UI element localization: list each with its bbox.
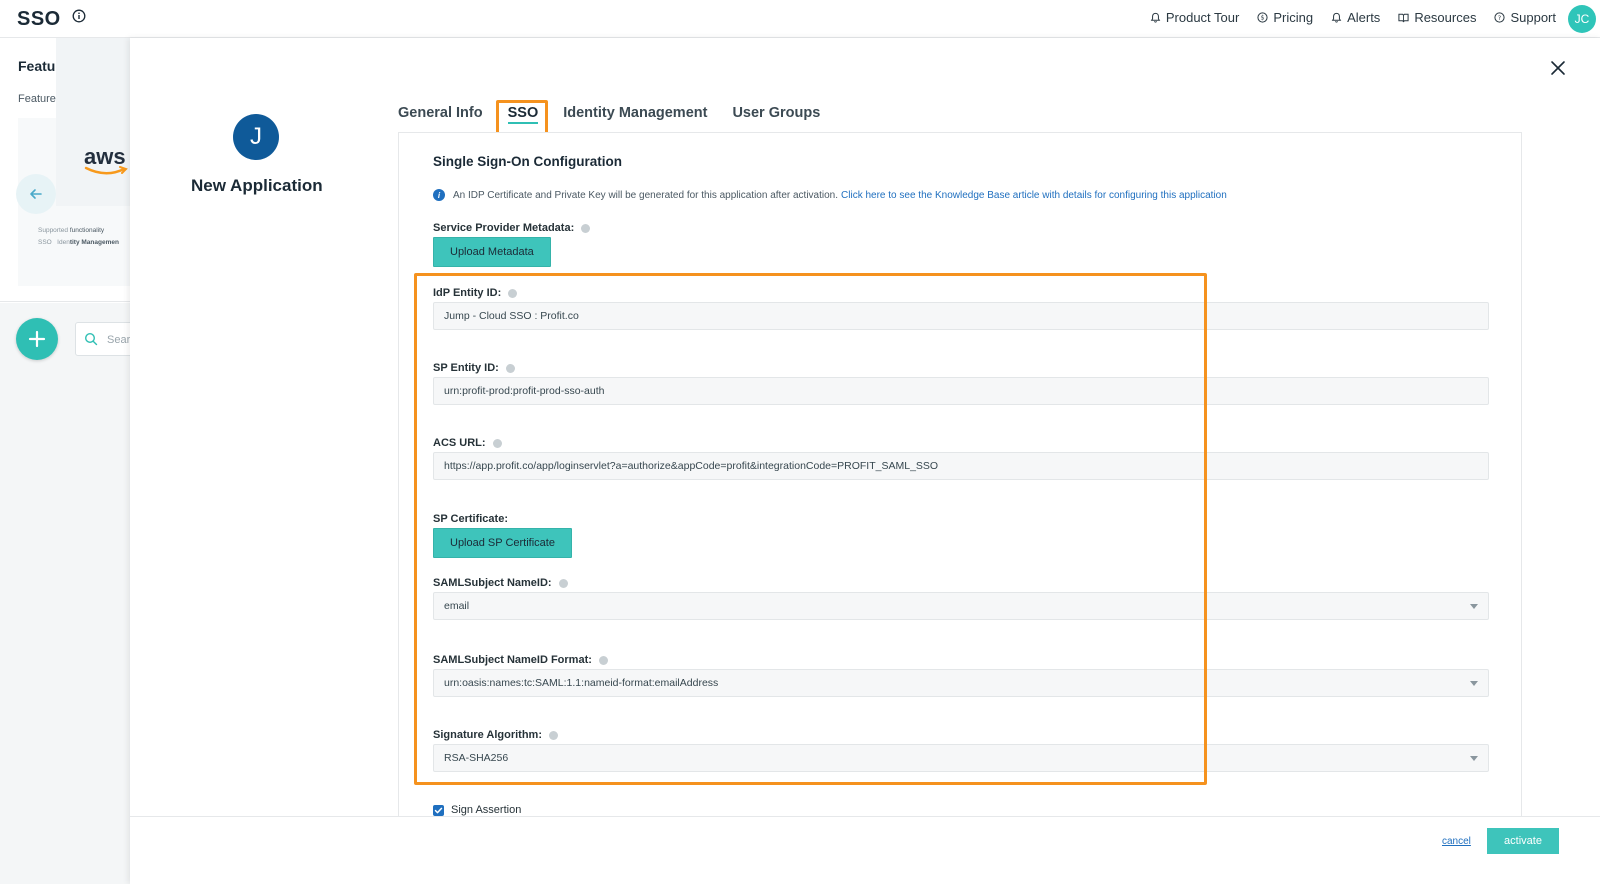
add-application-button[interactable] <box>16 318 58 360</box>
label-text: Signature Algorithm: <box>433 729 542 741</box>
nav-label: Product Tour <box>1165 10 1240 25</box>
tab-identity-management[interactable]: Identity Management <box>563 104 707 127</box>
background-list-area <box>0 303 140 884</box>
aws-smile-icon <box>84 166 128 175</box>
svg-text:$: $ <box>1261 15 1265 22</box>
search-placeholder: Sear <box>107 334 131 346</box>
top-bar: SSO Product Tour $ Pricing Alerts Resour… <box>0 0 1600 38</box>
tab-sso[interactable]: SSO <box>507 104 538 127</box>
plus-icon <box>28 330 46 348</box>
carousel-back-button[interactable] <box>16 174 56 214</box>
nav-pricing[interactable]: $ Pricing <box>1257 10 1313 25</box>
upload-metadata-button[interactable]: Upload Metadata <box>433 237 551 267</box>
tag-sso: SSO <box>38 239 52 246</box>
nav-label: Resources <box>1414 10 1477 25</box>
search-icon <box>84 332 98 346</box>
cancel-link[interactable]: cancel <box>1442 836 1471 847</box>
signature-algorithm-label: Signature Algorithm: <box>433 729 558 741</box>
help-icon[interactable] <box>548 730 558 740</box>
nav-alerts[interactable]: Alerts <box>1331 10 1380 25</box>
sign-assertion-option: Sign Assertion <box>433 804 521 816</box>
acs-url-field[interactable]: https://app.profit.co/app/loginservlet?a… <box>433 452 1489 480</box>
tab-general-info[interactable]: General Info <box>398 104 483 127</box>
notice-text: An IDP Certificate and Private Key will … <box>453 189 839 201</box>
application-name: New Application <box>191 176 323 195</box>
nav-support[interactable]: ? Support <box>1494 10 1556 25</box>
nav-product-tour[interactable]: Product Tour <box>1150 10 1239 25</box>
info-circle-icon: i <box>433 189 445 201</box>
featured-applications-card: Featured Applica Featured applications a… <box>0 38 140 302</box>
sign-assertion-checkbox[interactable] <box>433 804 444 816</box>
nav-label: Pricing <box>1273 10 1314 25</box>
help-circle-icon: ? <box>1494 12 1506 23</box>
help-icon[interactable] <box>492 438 502 448</box>
functionality-tags: SSO Identity Managemen <box>38 239 119 246</box>
info-icon[interactable] <box>72 9 86 23</box>
supported-prefix: Supported <box>38 227 68 234</box>
supported-label: functionality <box>69 227 105 234</box>
label-text: SAMLSubject NameID: <box>433 577 552 589</box>
book-icon <box>1398 13 1409 23</box>
signature-algorithm-select[interactable]: RSA-SHA256 <box>433 744 1489 772</box>
caret-down-icon <box>1470 604 1478 609</box>
select-value: email <box>444 600 470 612</box>
nav-label: Alerts <box>1347 10 1381 25</box>
help-icon[interactable] <box>508 288 518 298</box>
nameid-label: SAMLSubject NameID: <box>433 577 568 589</box>
alert-bell-icon <box>1331 12 1342 23</box>
top-nav: Product Tour $ Pricing Alerts Resources … <box>1150 10 1556 25</box>
arrow-left-icon <box>30 189 42 199</box>
sp-certificate-label: SP Certificate: <box>433 513 508 525</box>
sso-configuration-card: Single Sign-On Configuration i An IDP Ce… <box>398 132 1522 822</box>
sp-entity-id-field[interactable]: urn:profit-prod:profit-prod-sso-auth <box>433 377 1489 405</box>
check-icon <box>434 807 443 813</box>
caret-down-icon <box>1470 681 1478 686</box>
activate-button[interactable]: activate <box>1487 828 1559 854</box>
select-value: RSA-SHA256 <box>444 752 509 764</box>
sp-entity-id-label: SP Entity ID: <box>433 362 515 374</box>
label-text: ACS URL: <box>433 437 486 449</box>
nameid-format-select[interactable]: urn:oasis:names:tc:SAML:1.1:nameid-forma… <box>433 669 1489 697</box>
label-text: SP Certificate: <box>433 513 508 525</box>
section-title: Single Sign-On Configuration <box>433 154 622 169</box>
idp-entity-id-field[interactable]: Jump - Cloud SSO : Profit.co <box>433 302 1489 330</box>
help-icon[interactable] <box>558 578 568 588</box>
idp-entity-id-label: IdP Entity ID: <box>433 287 518 299</box>
sp-metadata-label: Service Provider Metadata: <box>433 222 591 234</box>
select-value: urn:oasis:names:tc:SAML:1.1:nameid-forma… <box>444 677 719 689</box>
user-avatar[interactable]: JC <box>1568 5 1596 33</box>
tag-identity-management: tity Managemen <box>69 239 119 246</box>
knowledge-base-link[interactable]: Click here to see the Knowledge Base art… <box>841 190 1227 201</box>
tab-user-groups[interactable]: User Groups <box>732 104 820 127</box>
aws-tile-inner <box>56 38 139 206</box>
supported-functionality: Supported functionality <box>38 227 104 234</box>
acs-url-label: ACS URL: <box>433 437 502 449</box>
modal-footer: cancel activate <box>130 816 1600 884</box>
nav-resources[interactable]: Resources <box>1398 10 1476 25</box>
label-text: SAMLSubject NameID Format: <box>433 654 592 666</box>
upload-sp-certificate-button[interactable]: Upload SP Certificate <box>433 528 572 558</box>
nav-label: Support <box>1510 10 1556 25</box>
bell-icon <box>1150 12 1161 23</box>
nameid-format-label: SAMLSubject NameID Format: <box>433 654 608 666</box>
sign-assertion-label: Sign Assertion <box>451 804 522 816</box>
tab-bar: General Info SSO Identity Management Use… <box>398 104 820 127</box>
new-application-modal: J New Application General Info SSO Ident… <box>130 38 1600 884</box>
help-icon[interactable] <box>581 223 591 233</box>
svg-text:?: ? <box>1498 14 1501 22</box>
tag-idm-prefix: Iden <box>57 239 70 246</box>
caret-down-icon <box>1470 756 1478 761</box>
label-text: Service Provider Metadata: <box>433 222 575 234</box>
activation-notice: i An IDP Certificate and Private Key wil… <box>433 189 1227 201</box>
application-avatar: J <box>233 114 279 160</box>
help-icon[interactable] <box>505 363 515 373</box>
nameid-select[interactable]: email <box>433 592 1489 620</box>
label-text: IdP Entity ID: <box>433 287 502 299</box>
coin-icon: $ <box>1257 12 1268 23</box>
label-text: SP Entity ID: <box>433 362 499 374</box>
close-icon[interactable] <box>1549 59 1567 77</box>
help-icon[interactable] <box>598 655 608 665</box>
app-title: SSO <box>17 8 61 30</box>
